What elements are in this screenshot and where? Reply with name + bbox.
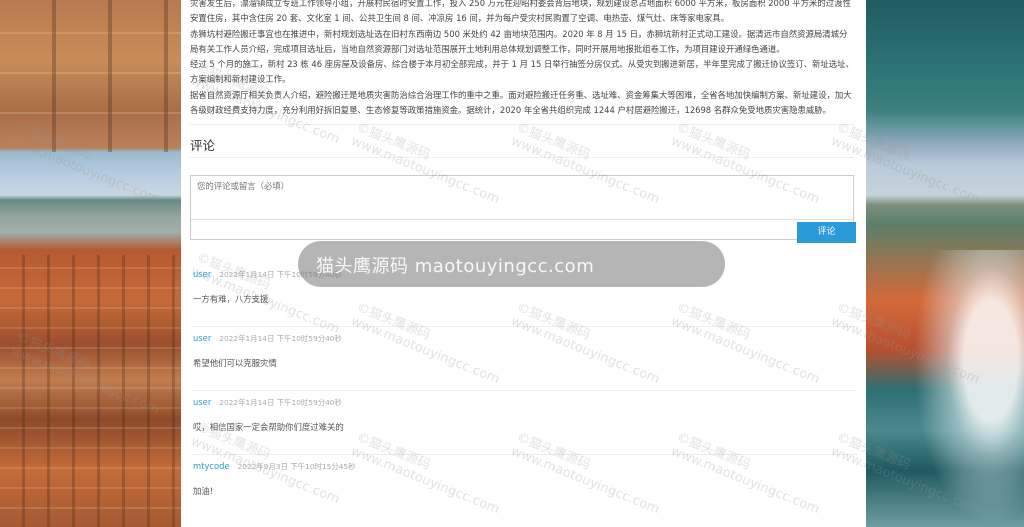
comment-item: user 2022年1月14日 下午10时59分40秒 一方有难，八方支援 — [193, 263, 857, 327]
comment-time: 2022年1月14日 下午10时59分40秒 — [219, 334, 342, 343]
comment-form — [190, 175, 854, 240]
comment-author-link[interactable]: user — [193, 269, 211, 279]
comment-time: 2022年9月3日 下午10时15分45秒 — [237, 462, 356, 471]
comment-text: 希望他们可以克服灾情 — [193, 358, 277, 368]
content-card: 灾害发生后，漂溜镇成立专班工作领导小组，开展村民宿时安置工作，投入 250 万元… — [181, 0, 866, 527]
comments-title: 评论 — [190, 138, 216, 153]
comment-meta: mtycode 2022年9月3日 下午10时15分45秒 — [193, 461, 356, 472]
comment-meta: user 2022年1月14日 下午10时59分40秒 — [193, 269, 342, 280]
submit-comment-button[interactable]: 评论 — [797, 222, 856, 243]
comment-item: user 2022年1月14日 下午10时59分40秒 哎，相信国家一定会帮助你们… — [193, 391, 857, 455]
comment-textarea[interactable] — [191, 176, 853, 220]
article-paragraph: 据省自然资源厅相关负责人介绍，避险搬迁是地质灾害防治综合治理工作的重中之重。面对… — [190, 89, 852, 116]
comment-meta: user 2022年1月14日 下午10时59分40秒 — [193, 397, 342, 408]
divider — [190, 157, 854, 158]
comment-meta: user 2022年1月14日 下午10时59分40秒 — [193, 333, 342, 344]
divider — [190, 124, 854, 125]
comment-item: mtycode 2022年9月3日 下午10时15分45秒 加油! — [193, 455, 857, 518]
comment-item: user 2022年1月14日 下午10时59分40秒 希望他们可以克服灾情 — [193, 327, 857, 391]
article-paragraph: 灾害发生后，漂溜镇成立专班工作领导小组，开展村民宿时安置工作，投入 250 万元… — [190, 0, 851, 24]
article-body: 灾害发生后，漂溜镇成立专班工作领导小组，开展村民宿时安置工作，投入 250 万元… — [181, 0, 866, 118]
comment-time: 2022年1月14日 下午10时59分40秒 — [219, 270, 342, 279]
comment-text: 一方有难，八方支援 — [193, 294, 269, 304]
comment-author-link[interactable]: user — [193, 397, 211, 407]
comment-author-link[interactable]: mtycode — [193, 461, 230, 471]
comment-time: 2022年1月14日 下午10时59分40秒 — [219, 398, 342, 407]
comment-text: 哎，相信国家一定会帮助你们度过难关的 — [193, 422, 344, 432]
background-photo-right — [866, 0, 1024, 527]
article-paragraph: 赤狮坑村避险搬迁事宜也在推进中，新村规划选址选在旧村东西南边 500 米处约 4… — [190, 28, 848, 54]
comment-list: user 2022年1月14日 下午10时59分40秒 一方有难，八方支援 use… — [193, 263, 857, 518]
comment-text: 加油! — [193, 486, 214, 496]
comment-author-link[interactable]: user — [193, 333, 211, 343]
background-photo-left — [0, 0, 181, 527]
article-paragraph: 经过 5 个月的施工，新村 23 栋 46 座房屋及设备房、综合楼于本月初全部完… — [190, 59, 854, 85]
